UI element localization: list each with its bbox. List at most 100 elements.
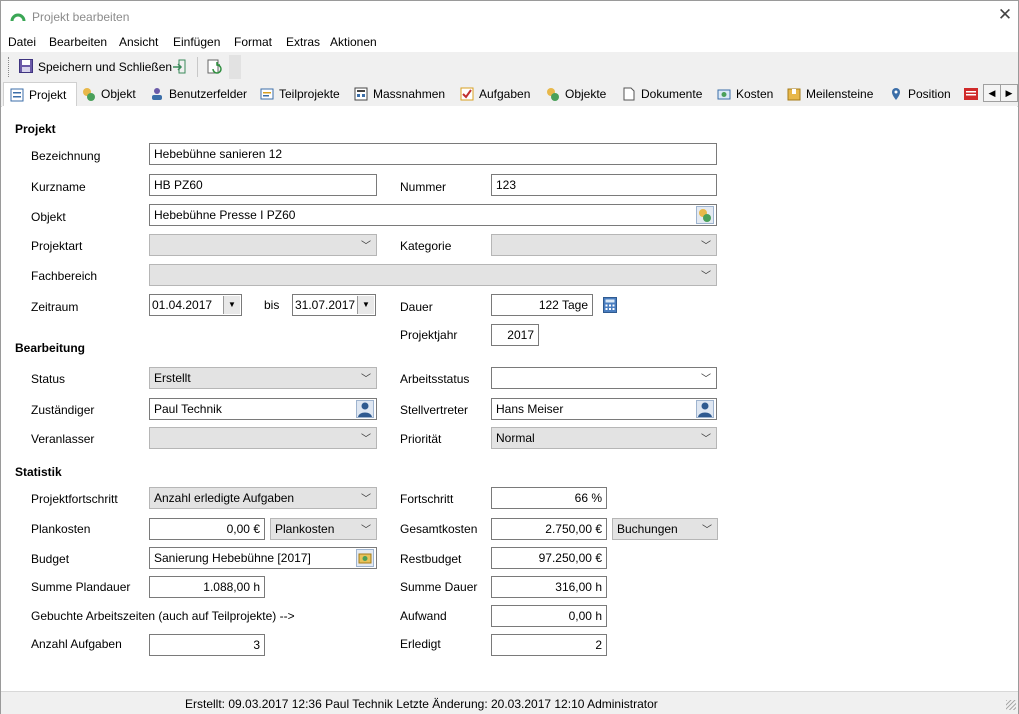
date-picker-icon[interactable]: ▼ xyxy=(357,296,374,314)
restbudget-label: Restbudget xyxy=(400,552,462,566)
section-bearbeitung: Bearbeitung xyxy=(15,341,86,355)
plankosten-select[interactable]: Plankosten ﹀ xyxy=(270,518,377,540)
status-value: Erstellt xyxy=(154,371,191,385)
menu-einfuegen[interactable]: Einfügen xyxy=(173,35,220,49)
status-bar: Erstellt: 09.03.2017 12:36 Paul Technik … xyxy=(1,691,1018,714)
toolbar: Speichern und Schließen xyxy=(1,52,1018,82)
projektjahr-input[interactable]: 2017 xyxy=(491,324,539,346)
section-projekt: Projekt xyxy=(15,122,56,136)
stellvertreter-value: Hans Meiser xyxy=(496,402,564,416)
gesamtkosten-select[interactable]: Buchungen ﹀ xyxy=(612,518,718,540)
kurzname-input[interactable]: HB PZ60 xyxy=(149,174,377,196)
tab-massnahmen[interactable]: Massnahmen xyxy=(354,84,445,105)
person-picker-icon[interactable] xyxy=(356,400,374,418)
chevron-down-icon: ﹀ xyxy=(701,374,711,385)
zeitraum-from-input[interactable]: 01.04.2017 ▼ xyxy=(149,294,242,316)
resize-grip[interactable] xyxy=(1006,700,1016,710)
summe-plandauer-label: Summe Plandauer xyxy=(31,580,131,594)
refresh-document-icon[interactable] xyxy=(207,59,223,75)
measures-icon xyxy=(354,87,368,101)
objekt-value: Hebebühne Presse I PZ60 xyxy=(154,208,296,222)
status-label: Status xyxy=(31,372,66,386)
objekt-label: Objekt xyxy=(31,210,66,224)
exit-icon[interactable] xyxy=(173,59,187,75)
tab-position[interactable]: Position xyxy=(889,84,951,105)
date-picker-icon[interactable]: ▼ xyxy=(223,296,240,314)
costs-icon xyxy=(717,89,731,100)
kurzname-label: Kurzname xyxy=(31,180,86,194)
zustaendiger-input[interactable]: Paul Technik xyxy=(149,398,377,420)
aufwand-output: 0,00 h xyxy=(491,605,607,627)
tab-scroll-right-icon[interactable]: ▶ xyxy=(1000,84,1018,102)
calculator-icon[interactable] xyxy=(603,297,617,313)
projektfortschritt-label: Projektfortschritt xyxy=(31,492,118,506)
objekt-input[interactable]: Hebebühne Presse I PZ60 xyxy=(149,204,717,226)
chevron-down-icon: ﹀ xyxy=(361,434,371,445)
budget-input[interactable]: Sanierung Hebebühne [2017] xyxy=(149,547,377,569)
document-icon xyxy=(623,87,635,101)
prioritaet-value: Normal xyxy=(496,431,535,445)
title-bar: Projekt bearbeiten ✕ xyxy=(1,1,1018,32)
map-pin-icon xyxy=(892,88,900,100)
tab-benutzerfelder[interactable]: Benutzerfelder xyxy=(150,84,247,105)
tab-dokumente[interactable]: Dokumente xyxy=(622,84,702,105)
user-fields-icon xyxy=(152,88,162,100)
tab-projekt[interactable]: Projekt xyxy=(3,82,77,107)
chevron-down-icon: ﹀ xyxy=(361,525,371,536)
fachbereich-label: Fachbereich xyxy=(31,269,98,283)
bezeichnung-label: Bezeichnung xyxy=(31,149,101,163)
close-icon[interactable]: ✕ xyxy=(996,5,1014,25)
zeitraum-to-input[interactable]: 31.07.2017 ▼ xyxy=(292,294,376,316)
budget-value: Sanierung Hebebühne [2017] xyxy=(154,551,311,565)
pdf-tab-icon[interactable] xyxy=(963,86,979,102)
status-bar-text: Erstellt: 09.03.2017 12:36 Paul Technik … xyxy=(185,697,658,711)
erledigt-label: Erledigt xyxy=(400,637,441,651)
person-picker-icon[interactable] xyxy=(696,400,714,418)
tab-objekte[interactable]: Objekte xyxy=(546,84,606,105)
zeitraum-label: Zeitraum xyxy=(31,300,79,314)
bezeichnung-input[interactable]: Hebebühne sanieren 12 xyxy=(149,143,717,165)
arbeitsstatus-select[interactable]: ﹀ xyxy=(491,367,717,389)
menu-format[interactable]: Format xyxy=(234,35,272,49)
nummer-input[interactable]: 123 xyxy=(491,174,717,196)
tab-teilprojekte[interactable]: Teilprojekte xyxy=(260,84,340,105)
veranlasser-select[interactable]: ﹀ xyxy=(149,427,377,449)
status-select[interactable]: Erstellt ﹀ xyxy=(149,367,377,389)
menu-bearbeiten[interactable]: Bearbeiten xyxy=(49,35,107,49)
stellvertreter-input[interactable]: Hans Meiser xyxy=(491,398,717,420)
budget-picker-icon[interactable] xyxy=(356,549,374,567)
tasks-icon xyxy=(460,87,474,101)
prioritaet-select[interactable]: Normal ﹀ xyxy=(491,427,717,449)
chevron-down-icon: ﹀ xyxy=(361,241,371,252)
veranlasser-label: Veranlasser xyxy=(31,432,95,446)
projektjahr-label: Projektjahr xyxy=(400,328,458,342)
summe-dauer-label: Summe Dauer xyxy=(400,580,478,594)
object-picker-icon[interactable] xyxy=(696,206,714,224)
tab-meilensteine[interactable]: Meilensteine xyxy=(787,84,873,105)
menu-aktionen[interactable]: Aktionen xyxy=(330,35,377,49)
tab-objekt[interactable]: Objekt xyxy=(82,84,136,105)
tab-label: Projekt xyxy=(29,88,67,102)
gebuchte-arbeitszeiten-label: Gebuchte Arbeitszeiten (auch auf Teilpro… xyxy=(31,609,295,623)
toolbar-end xyxy=(229,55,241,79)
fortschritt-label: Fortschritt xyxy=(400,492,454,506)
projektfortschritt-select[interactable]: Anzahl erledigte Aufgaben ﹀ xyxy=(149,487,377,509)
menu-datei[interactable]: Datei xyxy=(8,35,36,49)
tab-kosten[interactable]: Kosten xyxy=(717,84,773,105)
milestones-icon xyxy=(787,88,801,101)
stellvertreter-label: Stellvertreter xyxy=(400,403,469,417)
fachbereich-select[interactable]: ﹀ xyxy=(149,264,717,286)
kategorie-select[interactable]: ﹀ xyxy=(491,234,717,256)
tab-scroll-left-icon[interactable]: ◀ xyxy=(983,84,1001,102)
gesamtkosten-select-value: Buchungen xyxy=(617,522,678,536)
menu-ansicht[interactable]: Ansicht xyxy=(119,35,158,49)
projektart-select[interactable]: ﹀ xyxy=(149,234,377,256)
tab-bar: Projekt Objekt Benutzerfelder Teilprojek… xyxy=(1,82,1018,107)
gesamtkosten-label: Gesamtkosten xyxy=(400,522,478,536)
menu-extras[interactable]: Extras xyxy=(286,35,320,49)
dauer-input[interactable]: 122 Tage xyxy=(491,294,593,316)
tab-aufgaben[interactable]: Aufgaben xyxy=(460,84,530,105)
bis-label: bis xyxy=(264,298,280,312)
tab-label: Objekte xyxy=(565,87,607,101)
tab-label: Position xyxy=(908,87,951,101)
